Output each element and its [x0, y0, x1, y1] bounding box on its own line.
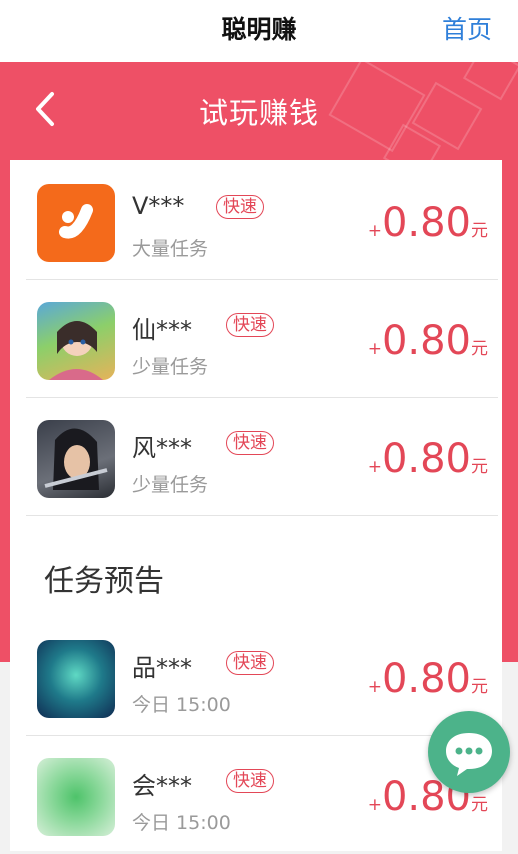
reward-plus: + [367, 221, 382, 241]
reward-amount: +0.80元 [368, 318, 488, 364]
release-time: 今日 15:00 [132, 694, 231, 716]
fantasy-girl-game-icon [37, 302, 115, 380]
reward-unit: 元 [471, 221, 488, 241]
reward-value: 0.80 [381, 436, 471, 482]
app-name: 品*** [132, 654, 192, 682]
fast-tag: 快速 [226, 431, 274, 455]
reward-plus: + [367, 457, 382, 477]
task-quantity: 大量任务 [132, 238, 209, 260]
teal-blurred-app-icon [37, 640, 115, 718]
reward-amount: +0.80元 [368, 656, 488, 702]
task-quantity: 少量任务 [132, 474, 209, 496]
task-quantity: 少量任务 [132, 356, 209, 378]
task-item[interactable]: V*** 快速 大量任务 +0.80元 [26, 162, 498, 280]
fast-tag: 快速 [226, 651, 274, 675]
page-title: 试玩赚钱 [198, 96, 319, 130]
swordsman-game-icon [37, 420, 115, 498]
app-title: 聪明赚 [221, 15, 297, 44]
reward-plus: + [367, 339, 382, 359]
task-item[interactable]: 风*** 快速 少量任务 +0.80元 [26, 398, 498, 516]
reward-value: 0.80 [381, 318, 471, 364]
chat-bubble-icon [446, 733, 492, 776]
app-name: 风*** [132, 434, 192, 462]
fast-tag: 快速 [226, 769, 274, 793]
reward-amount: +0.80元 [368, 200, 488, 246]
home-link[interactable]: 首页 [442, 10, 492, 46]
fast-tag: 快速 [226, 313, 274, 337]
section-heading: 任务预告 [44, 564, 164, 599]
top-navigation-bar: 聪明赚 首页 [0, 0, 518, 62]
orange-app-logo-icon [37, 184, 115, 262]
reward-value: 0.80 [381, 656, 471, 702]
task-item[interactable]: 仙*** 快速 少量任务 +0.80元 [26, 280, 498, 398]
reward-unit: 元 [471, 677, 488, 697]
release-time: 今日 15:00 [132, 812, 231, 834]
reward-plus: + [367, 677, 382, 697]
fast-tag: 快速 [216, 195, 264, 219]
app-name: V*** [132, 192, 185, 220]
reward-unit: 元 [471, 457, 488, 477]
green-blurred-app-icon [37, 758, 115, 836]
reward-unit: 元 [471, 339, 488, 359]
reward-amount: +0.80元 [368, 436, 488, 482]
reward-unit: 元 [471, 795, 488, 815]
reward-plus: + [367, 795, 382, 815]
app-name: 仙*** [132, 316, 192, 344]
chat-button[interactable] [428, 711, 510, 793]
reward-value: 0.80 [381, 200, 471, 246]
divider [26, 515, 498, 516]
app-name: 会*** [132, 772, 192, 800]
